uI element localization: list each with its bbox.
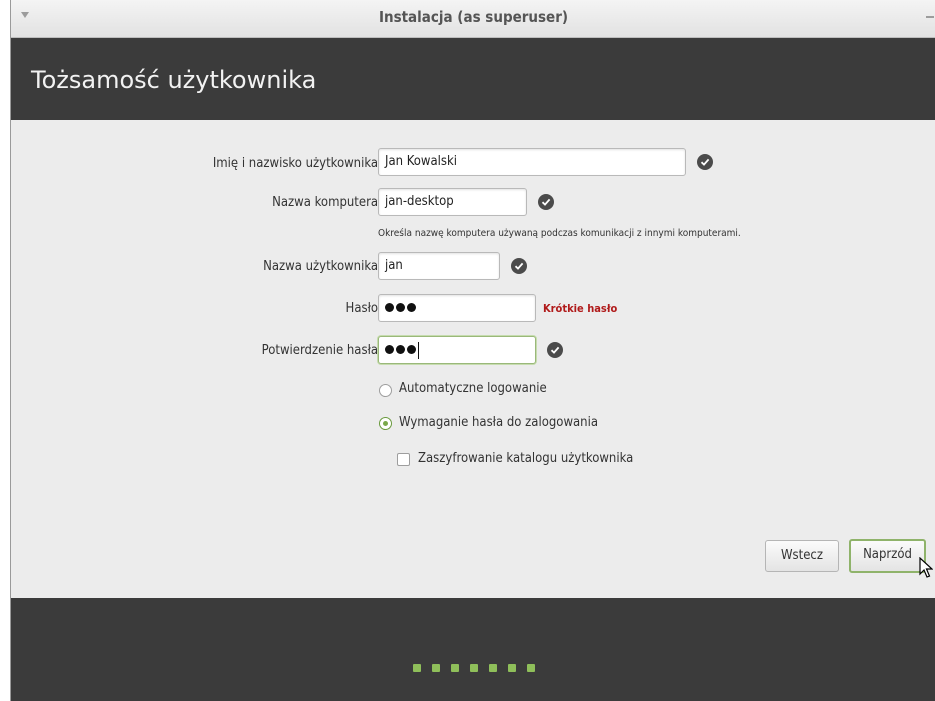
title-bar: Instalacja (as superuser) <box>11 0 935 38</box>
progress-step <box>451 664 459 672</box>
computer-name-input[interactable]: jan-desktop <box>378 188 527 216</box>
confirm-password-input[interactable] <box>378 336 536 364</box>
window-title: Instalacja (as superuser) <box>378 8 569 26</box>
password-strength-warning: Krótkie hasło <box>543 302 618 315</box>
forward-button[interactable]: Naprzód <box>849 539 926 573</box>
page-title: Tożsamość użytkownika <box>31 66 317 94</box>
confirm-password-valid-icon <box>547 342 563 358</box>
fullname-valid-icon <box>697 154 713 170</box>
step-progress-indicator <box>413 664 535 672</box>
encrypt-home-checkbox[interactable] <box>397 453 410 466</box>
confirm-password-label: Potwierdzenie hasła: <box>261 343 382 358</box>
minimize-icon[interactable] <box>926 16 934 18</box>
page-header: Tożsamość użytkownika <box>11 38 935 120</box>
progress-step <box>508 664 516 672</box>
auto-login-label[interactable]: Automatyczne logowanie <box>399 381 547 396</box>
computer-name-valid-icon <box>538 194 554 210</box>
username-input[interactable]: jan <box>378 252 500 280</box>
password-input[interactable] <box>378 294 536 322</box>
installer-window: Instalacja (as superuser) Tożsamość użyt… <box>10 0 935 701</box>
password-mask <box>385 303 416 312</box>
progress-step <box>489 664 497 672</box>
computer-name-hint: Określa nazwę komputera używaną podczas … <box>378 228 741 239</box>
fullname-input[interactable]: Jan Kowalski <box>378 148 686 176</box>
footer-bar <box>11 598 935 701</box>
encrypt-home-label[interactable]: Zaszyfrowanie katalogu użytkownika <box>418 451 633 466</box>
progress-step <box>432 664 440 672</box>
text-caret <box>418 342 419 359</box>
back-button[interactable]: Wstecz <box>765 540 839 572</box>
auto-login-radio[interactable] <box>379 384 392 397</box>
user-identity-form: Imię i nazwisko użytkownika: Jan Kowalsk… <box>11 120 935 598</box>
progress-step <box>470 664 478 672</box>
progress-step <box>527 664 535 672</box>
fullname-label: Imię i nazwisko użytkownika: <box>212 156 382 171</box>
require-password-radio[interactable] <box>379 417 392 430</box>
mouse-cursor-icon <box>919 557 933 578</box>
password-label: Hasło: <box>345 301 382 316</box>
confirm-password-mask <box>385 345 416 354</box>
username-valid-icon <box>511 258 527 274</box>
progress-step <box>413 664 421 672</box>
computer-name-label: Nazwa komputera: <box>272 195 382 210</box>
username-label: Nazwa użytkownika: <box>263 259 382 274</box>
require-password-label[interactable]: Wymaganie hasła do zalogowania <box>399 415 598 430</box>
